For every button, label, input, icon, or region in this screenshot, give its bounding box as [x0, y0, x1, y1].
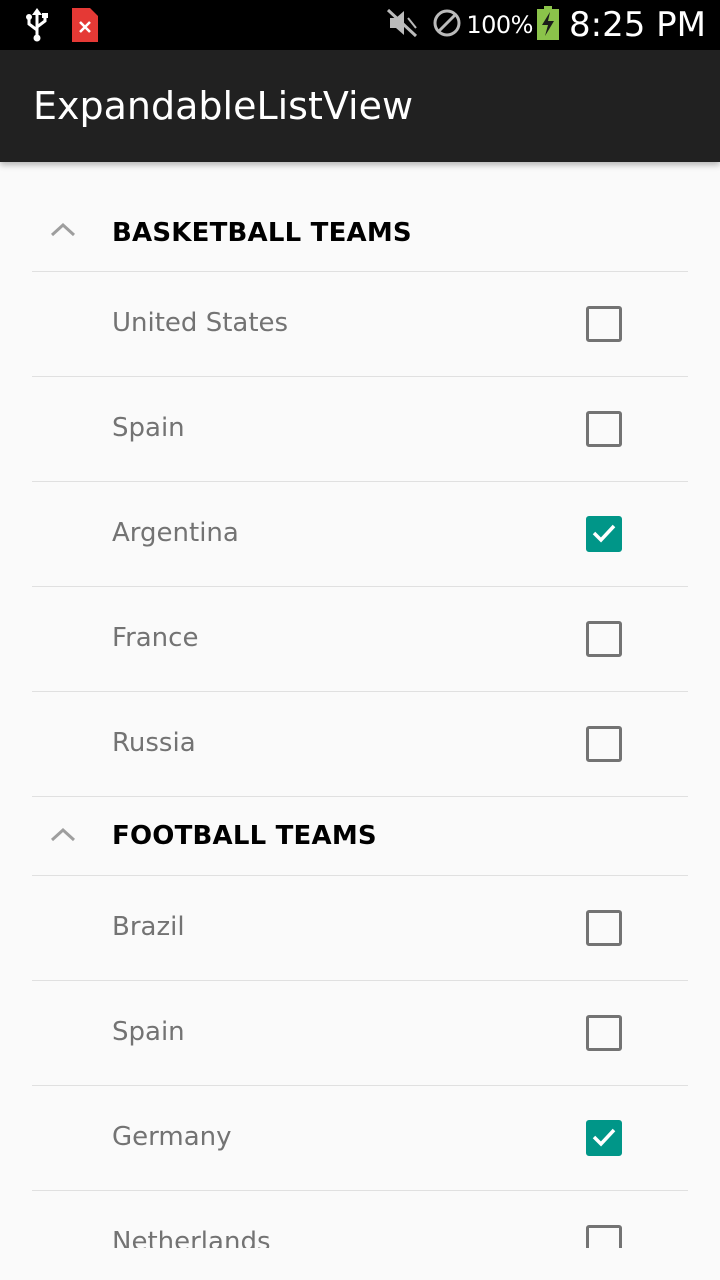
list-item[interactable]: Spain	[0, 981, 720, 1086]
checkbox[interactable]	[586, 726, 622, 762]
checkmark-icon	[592, 1128, 616, 1147]
group-label: BASKETBALL TEAMS	[112, 218, 412, 248]
list-item[interactable]: Argentina	[0, 482, 720, 587]
group-header-basketball[interactable]: BASKETBALL TEAMS	[0, 162, 720, 272]
item-label: Spain	[112, 1017, 185, 1047]
item-label: Argentina	[112, 518, 239, 548]
checkbox[interactable]	[586, 1225, 622, 1248]
checkbox[interactable]	[586, 621, 622, 657]
checkbox[interactable]	[586, 516, 622, 552]
item-label: France	[112, 623, 199, 653]
item-label: United States	[112, 308, 289, 338]
item-label: Netherlands	[112, 1227, 271, 1248]
battery-charging-icon	[537, 6, 559, 44]
group-header-football[interactable]: FOOTBALL TEAMS	[0, 797, 720, 876]
list-item[interactable]: France	[0, 587, 720, 692]
checkbox[interactable]	[586, 910, 622, 946]
item-label: Russia	[112, 728, 196, 758]
item-label: Brazil	[112, 912, 185, 942]
battery-percent: 100%	[466, 11, 533, 39]
status-bar: 100% 8:25 PM	[0, 0, 720, 50]
list-item[interactable]: Netherlands	[0, 1191, 720, 1248]
app-bar: ExpandableListView	[0, 50, 720, 162]
list-item[interactable]: Brazil	[0, 876, 720, 981]
list-item[interactable]: Russia	[0, 692, 720, 797]
checkbox[interactable]	[586, 411, 622, 447]
chevron-up-icon	[50, 222, 76, 242]
item-label: Germany	[112, 1122, 232, 1152]
checkbox[interactable]	[586, 1120, 622, 1156]
mute-vibrate-icon	[386, 8, 420, 42]
checkbox[interactable]	[586, 306, 622, 342]
expandable-list[interactable]: BASKETBALL TEAMS United States Spain Arg…	[0, 162, 720, 1248]
chevron-up-icon	[50, 827, 76, 847]
list-item[interactable]: Germany	[0, 1086, 720, 1191]
list-item[interactable]: United States	[0, 272, 720, 377]
list-item[interactable]: Spain	[0, 377, 720, 482]
app-title: ExpandableListView	[33, 84, 414, 128]
clock: 8:25 PM	[569, 5, 706, 45]
checkmark-icon	[592, 524, 616, 543]
error-file-icon	[72, 8, 98, 46]
item-label: Spain	[112, 413, 185, 443]
usb-icon	[24, 8, 50, 46]
group-label: FOOTBALL TEAMS	[112, 821, 377, 851]
checkbox[interactable]	[586, 1015, 622, 1051]
blocked-icon	[432, 8, 462, 42]
